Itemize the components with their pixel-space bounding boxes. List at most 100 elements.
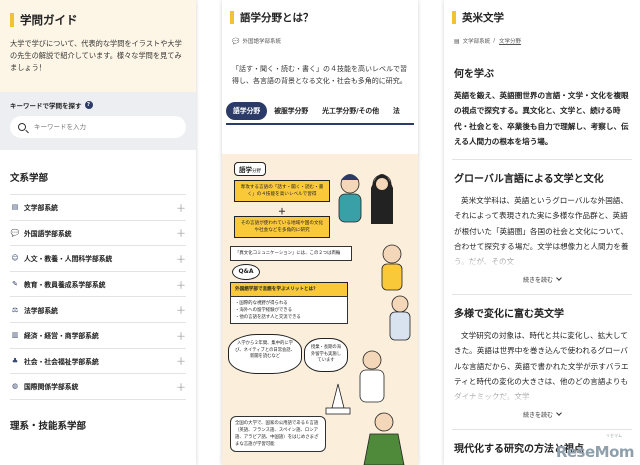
- qa-badge: Q&A: [232, 264, 260, 280]
- breadcrumb: ▤ 文学部系統 / 文学分野: [444, 25, 640, 46]
- logo-subtitle: リセマム: [606, 433, 622, 438]
- section-heading-what: 何を学ぶ: [454, 69, 494, 80]
- search-icon: [18, 123, 26, 131]
- plus-icon[interactable]: ＋: [176, 277, 186, 292]
- faculty-item-label: 教育・教員養成系学部系統: [24, 281, 106, 290]
- faculty-item-label: 国際関係学部系統: [24, 383, 79, 392]
- breadcrumb-current-link[interactable]: 文学分野: [499, 37, 521, 45]
- divider: [452, 429, 632, 431]
- faculty-item[interactable]: ▥ 経済・経営・商学部系統 ＋: [10, 321, 186, 348]
- plus-icon[interactable]: ＋: [176, 328, 186, 343]
- faculty-item-label: 経済・経営・商学部系統: [24, 332, 99, 341]
- person-figure-6: [363, 412, 405, 465]
- read-more-button-1[interactable]: 続きを読む: [444, 269, 640, 284]
- guide-panel: 学問ガイド 大学で学びについて、代表的な学問をイラストや大学の先生の解説で紹介し…: [0, 0, 196, 465]
- section-heading-global: グローバル言語による文学と文化: [454, 174, 604, 186]
- tower-figure: [325, 383, 351, 415]
- tab-2[interactable]: 光工学分野/その他: [315, 102, 386, 120]
- plus-icon[interactable]: ＋: [176, 251, 186, 266]
- faculty-item[interactable]: 💬 外国語学部系統 ＋: [10, 219, 186, 246]
- plus-icon[interactable]: ＋: [176, 353, 186, 368]
- faculty-item-label: 人文・教養・人間科学部系統: [24, 255, 113, 264]
- read-more-button-2[interactable]: 続きを読む: [444, 404, 640, 419]
- search-input[interactable]: [34, 123, 164, 131]
- faculty-item[interactable]: ☺ 人文・教養・人間科学部系統 ＋: [10, 245, 186, 271]
- faculty-item[interactable]: ▤ 文学部系統 ＋: [10, 194, 186, 220]
- resemom-logo: ReseMom: [555, 443, 635, 461]
- plus-icon[interactable]: ＋: [176, 225, 186, 240]
- tab-underline: [226, 123, 414, 125]
- tab-3[interactable]: 法: [386, 102, 407, 120]
- chevron-down-icon: [556, 410, 562, 417]
- languages-note: 全国の大学で、国家の公用語である６言語（英語、フランス語、スペイン語、ロシア語、…: [230, 416, 326, 452]
- faculty-item[interactable]: ⚖ 法学部系統 ＋: [10, 296, 186, 322]
- skill-box: 専攻する言語の「話す・聞く・読む・書く」の４技能を高いレベルで習得: [234, 180, 330, 202]
- section-humanities: 文系学部: [10, 173, 49, 184]
- community-icon: ♣: [11, 356, 19, 365]
- page-title: 英米文学: [444, 0, 640, 25]
- breadcrumb-parent-link[interactable]: 文学部系統: [463, 37, 491, 45]
- speech-bubble-1: 入学から２年間、集中的に学び、ネイティブとの日常会話、新聞を読むなど: [228, 334, 302, 374]
- speech-icon: 💬: [10, 228, 20, 237]
- people-icon: ☺: [11, 254, 19, 263]
- breadcrumb: 💬 外国語学部系統: [222, 25, 418, 46]
- person-figure-1: [338, 174, 362, 223]
- tab-1[interactable]: 被服学分野: [267, 102, 315, 120]
- field-label: 語学分野: [234, 162, 266, 176]
- section-science: 理系・技能系学部: [10, 398, 186, 432]
- breadcrumb-separator: /: [493, 38, 496, 44]
- speech-bubble-2: 授業・長期の海外留学も実施しています: [304, 338, 348, 372]
- search-box[interactable]: [10, 116, 186, 138]
- divider: [452, 159, 632, 161]
- keyword-search-area: キーワードで学問を探す ?: [0, 92, 196, 150]
- read-more-label: 続きを読む: [522, 277, 553, 285]
- language-field-panel: 語学分野とは？ 💬 外国語学部系統 「話す・聞く・読む・書く」の４技能を高いレベ…: [222, 0, 418, 465]
- faculty-item[interactable]: ◍ 国際関係学部系統 ＋: [10, 373, 186, 399]
- page-title-text: 英米文学: [462, 12, 504, 24]
- read-more-label: 続きを読む: [522, 412, 553, 420]
- section-heading-change: 多様で変化に富む英文学: [454, 309, 564, 321]
- faculty-item-label: 社会・社会福祉学部系統: [24, 357, 99, 366]
- title-accent-bar: [230, 11, 234, 24]
- field-illustration: 語学分野 専攻する言語の「話す・聞く・読む・書く」の４技能を高いレベルで習得 ＋…: [222, 154, 418, 465]
- tab-0[interactable]: 語学分野: [226, 102, 268, 120]
- teacher-icon: ✎: [12, 280, 18, 289]
- culture-box: その言語が使われている地域や国の文化や社会などを多角的に研究: [234, 216, 330, 238]
- plus-icon[interactable]: ＋: [176, 379, 186, 394]
- intercultural-note: 「異文化コミュニケーション」には、この２つは両輪: [230, 246, 352, 261]
- book-icon: ▤: [454, 37, 460, 45]
- logo-text: ReseMom: [555, 443, 635, 461]
- plus-icon[interactable]: ＋: [176, 302, 186, 317]
- guide-title: 学問ガイド: [10, 12, 186, 28]
- section-text-global-wrap: 英米文学科は、英語というグローバルな外国語、それによって表現された実に多様な作品…: [444, 193, 640, 270]
- page-title: 語学分野とは？: [222, 0, 418, 25]
- guide-title-text: 学問ガイド: [20, 13, 78, 27]
- book-icon: ▤: [11, 203, 19, 212]
- faculty-list: ▤ 文学部系統 ＋ 💬 外国語学部系統 ＋ ☺ 人文・教養・人間科学部系統 ＋ ✎ 教育・教員養成系…: [10, 194, 186, 399]
- guide-description: 大学で学びについて、代表的な学問をイラストや大学の先生の解説で紹介しています。様…: [10, 39, 182, 72]
- search-label-text: キーワードで学問を探す: [10, 102, 82, 110]
- section-text-change: 文学研究の対象は、時代と共に変化し、拡大してきた。英語は世界中を巻き込んで使われ…: [454, 331, 629, 402]
- help-icon[interactable]: ?: [84, 101, 93, 109]
- faculty-item-label: 文学部系統: [24, 204, 58, 213]
- faculty-item[interactable]: ♣ 社会・社会福祉学部系統 ＋: [10, 347, 186, 374]
- person-figure-4: [389, 295, 411, 341]
- page-title-text: 語学分野とは？: [240, 12, 314, 24]
- speech-icon: 💬: [232, 37, 240, 45]
- chevron-down-icon: [556, 275, 562, 282]
- faculty-item-label: 外国語学部系統: [24, 229, 72, 238]
- law-icon: ⚖: [11, 305, 19, 314]
- faculty-item[interactable]: ✎ 教育・教員養成系学部系統 ＋: [10, 270, 186, 297]
- person-figure-5: [359, 350, 385, 403]
- breadcrumb-link[interactable]: 外国語学部系統: [242, 37, 281, 45]
- section-text-what: 英語を鍛え、英語圏世界の言語・文学・文化を複眼の視点で探究する。異文化と、文学と…: [454, 91, 629, 146]
- plus-icon[interactable]: ＋: [176, 200, 186, 215]
- person-figure-3: [381, 244, 403, 291]
- literature-panel: 英米文学 ▤ 文学部系統 / 文学分野 何を学ぶ 英語を鍛え、英語圏世界の言語・…: [444, 0, 640, 465]
- globe-icon: ◍: [11, 382, 19, 391]
- qa-question: 外国語学部で言語を学ぶメリットとは？: [230, 282, 348, 297]
- faculty-item-label: 法学部系統: [24, 306, 58, 315]
- qa-merits: ・国際的な視野が得られる ・海外への留学経験ができる ・他の言語を話す人と交流で…: [230, 296, 348, 324]
- field-label-small: 分野: [252, 169, 261, 174]
